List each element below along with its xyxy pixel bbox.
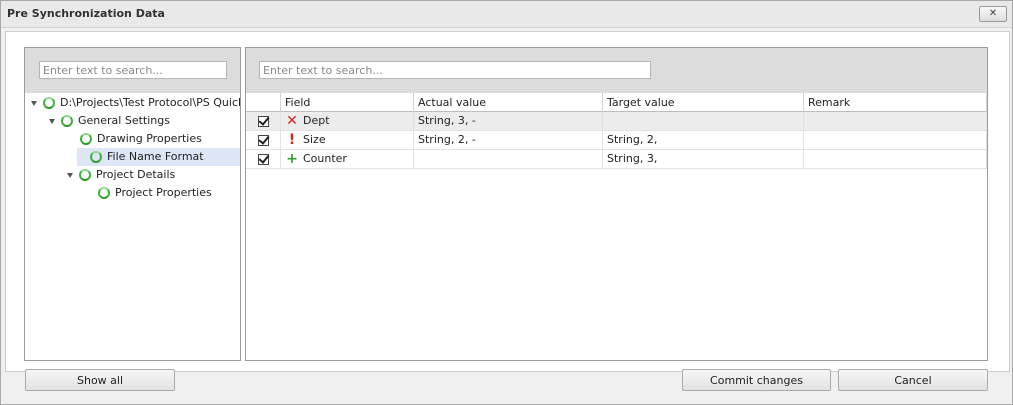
grid-panel: Enter text to search... Field Actual valu…: [245, 47, 988, 361]
actual-value-cell[interactable]: String, 3, -: [414, 112, 603, 131]
tree-node[interactable]: Drawing Properties: [67, 130, 202, 148]
field-name: Counter: [303, 152, 347, 165]
row-checkbox-cell[interactable]: [246, 150, 281, 169]
commit-changes-button[interactable]: Commit changes: [682, 369, 831, 391]
expand-arrow-icon[interactable]: [31, 100, 37, 106]
tree-node-label: General Settings: [78, 114, 170, 127]
title-bar: Pre Synchronization Data ✕: [1, 1, 1012, 28]
row-checkbox[interactable]: [258, 134, 269, 146]
row-checkbox-cell[interactable]: [246, 112, 281, 131]
actual-value-cell[interactable]: String, 2, -: [414, 131, 603, 150]
delete-icon: ✕: [286, 113, 298, 129]
warning-icon: !: [288, 132, 296, 148]
expand-arrow-icon[interactable]: [49, 118, 55, 124]
remark-value-cell[interactable]: [804, 150, 987, 169]
row-checkbox[interactable]: [258, 115, 269, 127]
sync-icon: [61, 115, 73, 127]
column-header-target-value[interactable]: Target value: [603, 93, 804, 112]
tree-node[interactable]: Project Properties: [85, 184, 212, 202]
tree-node[interactable]: General Settings: [49, 112, 170, 130]
field-name: Size: [303, 133, 326, 146]
row-checkbox[interactable]: [258, 153, 269, 165]
column-header-remark[interactable]: Remark: [804, 93, 987, 112]
tree-node-label: D:\Projects\Test Protocol\PS Quick - T: [60, 96, 240, 109]
table-row[interactable]: ! Size String, 2, - String, 2,: [246, 131, 987, 150]
field-cell[interactable]: ! Size: [281, 131, 414, 150]
tree-search-input[interactable]: Enter text to search...: [39, 61, 227, 79]
tree-node[interactable]: Project Details: [67, 166, 175, 184]
project-tree: D:\Projects\Test Protocol\PS Quick - T Ge…: [25, 94, 240, 359]
remark-value-cell[interactable]: [804, 112, 987, 131]
tree-node-label: Project Details: [96, 168, 176, 181]
field-name: Dept: [303, 114, 330, 127]
sync-icon: [98, 187, 110, 199]
tree-node[interactable]: File Name Format: [77, 148, 240, 166]
column-header-field[interactable]: Field: [281, 93, 414, 112]
close-button[interactable]: ✕: [979, 6, 1007, 22]
target-value-cell[interactable]: String, 3,: [603, 150, 804, 169]
target-value-cell[interactable]: [603, 112, 804, 131]
actual-value-cell[interactable]: [414, 150, 603, 169]
tree-node-label: Project Properties: [115, 186, 212, 199]
field-cell[interactable]: + Counter: [281, 150, 414, 169]
add-icon: +: [286, 151, 298, 167]
cancel-button[interactable]: Cancel: [838, 369, 988, 391]
show-all-button[interactable]: Show all: [25, 369, 175, 391]
expand-arrow-icon[interactable]: [67, 172, 73, 178]
tree-panel: Enter text to search... D:\Projects\Test…: [24, 47, 241, 361]
dialog-title: Pre Synchronization Data: [7, 7, 165, 20]
sync-icon: [79, 169, 91, 181]
tree-node-label: File Name Format: [107, 150, 204, 163]
remark-value-cell[interactable]: [804, 131, 987, 150]
row-checkbox-cell[interactable]: [246, 131, 281, 150]
table-row[interactable]: ✕ Dept String, 3, -: [246, 112, 987, 131]
sync-icon: [90, 151, 102, 163]
target-value-cell[interactable]: String, 2,: [603, 131, 804, 150]
table-row[interactable]: + Counter String, 3,: [246, 150, 987, 169]
field-cell[interactable]: ✕ Dept: [281, 112, 414, 131]
column-header-actual-value[interactable]: Actual value: [414, 93, 603, 112]
tree-search-bar: Enter text to search...: [25, 48, 240, 93]
tree-node[interactable]: D:\Projects\Test Protocol\PS Quick - T: [31, 94, 240, 112]
sync-icon: [80, 133, 92, 145]
column-header-select[interactable]: [246, 93, 281, 112]
tree-node-label: Drawing Properties: [97, 132, 202, 145]
grid-search-bar: Enter text to search...: [246, 48, 987, 93]
grid-search-input[interactable]: Enter text to search...: [259, 61, 651, 79]
close-icon: ✕: [988, 8, 998, 19]
sync-icon: [43, 97, 55, 109]
